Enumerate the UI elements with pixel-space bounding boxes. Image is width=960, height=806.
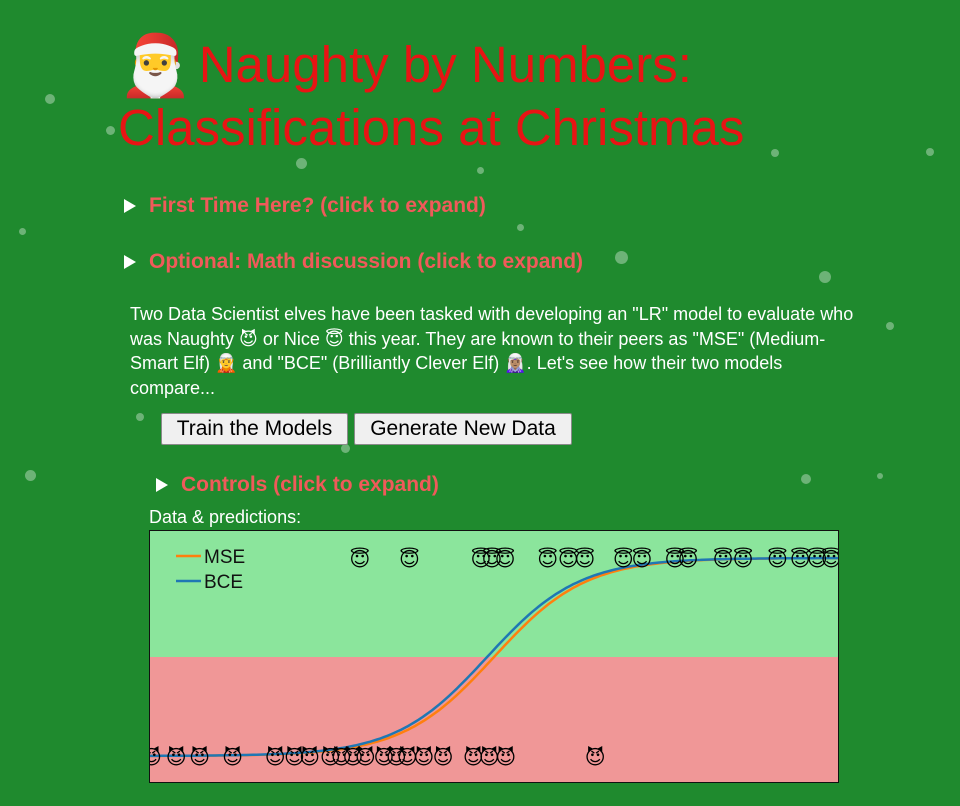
santa-icon: 🎅 (118, 32, 193, 99)
nice-point: 😇 (631, 547, 652, 571)
naughty-point: 😈 (166, 746, 187, 769)
snowflake (801, 474, 811, 484)
legend-label-mse: MSE (204, 547, 245, 568)
snowflake (886, 322, 894, 330)
snowflake (477, 167, 484, 174)
nice-point: 😇 (678, 547, 699, 571)
naughty-point: 😈 (433, 746, 454, 769)
page-title-text: Naughty by Numbers: Classifications at C… (118, 36, 745, 156)
snowflake (136, 413, 144, 421)
snowflake (517, 224, 524, 231)
nice-point: 😇 (495, 547, 516, 571)
snowflake (25, 470, 36, 481)
intro-paragraph: Two Data Scientist elves have been taske… (130, 304, 854, 398)
expand-triangle-icon (124, 199, 136, 213)
nice-point: 😇 (713, 547, 734, 571)
train-models-button[interactable]: Train the Models (161, 413, 348, 445)
nice-point: 😇 (733, 547, 754, 571)
page-title: 🎅 Naughty by Numbers: Classifications at … (118, 34, 878, 159)
naughty-point: 😈 (413, 746, 434, 769)
prediction-plot-svg: 😇 😇 😇😇😇 😇 😇😇 😇😇 😇😇 😇 😇 😇 😇😇😇😈 😈 😈 😈 😈😈😈 😈😈😈😈😈😈😈😈😈 😈😈😈 😈MS… (150, 531, 838, 782)
snowflake (877, 473, 883, 479)
math-discussion-label: Optional: Math discussion (click to expa… (149, 250, 584, 273)
nice-point: 😇 (767, 547, 788, 571)
snowflake (19, 228, 26, 235)
snowflake (926, 148, 934, 156)
naughty-point: 😈 (299, 746, 320, 769)
nice-point: 😇 (537, 547, 558, 571)
naughty-point: 😈 (150, 746, 162, 769)
snowflake (341, 444, 350, 453)
nice-point: 😇 (349, 547, 370, 571)
nice-point: 😇 (399, 547, 420, 571)
nice-point: 😇 (574, 547, 595, 571)
snowflake (615, 251, 628, 264)
snowflake (45, 94, 55, 104)
snowflake (819, 271, 831, 283)
plot-label: Data & predictions: (149, 507, 302, 527)
math-discussion-toggle[interactable]: Optional: Math discussion (click to expa… (124, 250, 583, 274)
nice-point: 😇 (821, 547, 838, 571)
expand-triangle-icon (156, 478, 168, 492)
naughty-point: 😈 (189, 746, 210, 769)
controls-toggle[interactable]: Controls (click to expand) (156, 473, 439, 497)
naughty-point: 😈 (495, 746, 516, 769)
first-time-toggle[interactable]: First Time Here? (click to expand) (124, 194, 486, 218)
expand-triangle-icon (124, 255, 136, 269)
snowflake (296, 158, 307, 169)
legend-label-bce: BCE (204, 572, 243, 593)
naughty-point: 😈 (265, 746, 286, 769)
prediction-plot: 😇 😇 😇 😇 😇 😇 😇 😇 😇 😇 😇 😇 😇 😇 😇 😇 😇 😇 😈 😈 😈 😈 😈 😈 😈 😈 😈 😈 😈 😈 😈 😈 😈 😈 😈 😈 😈 😈 MS… (149, 530, 839, 783)
naughty-point: 😈 (222, 746, 243, 769)
first-time-label: First Time Here? (click to expand) (149, 194, 486, 217)
generate-data-button[interactable]: Generate New Data (354, 413, 572, 445)
app-page: 🎅 Naughty by Numbers: Classifications at … (0, 0, 960, 806)
controls-label: Controls (click to expand) (181, 473, 439, 496)
snowflake (106, 126, 115, 135)
naughty-point: 😈 (585, 746, 606, 769)
